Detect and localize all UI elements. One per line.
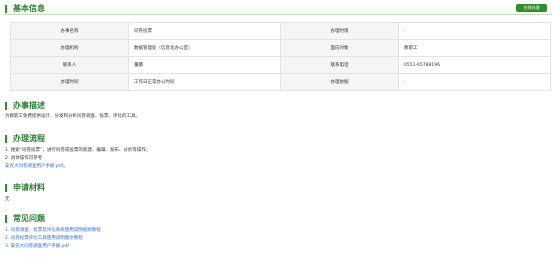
field-label: 办理依据: [280, 73, 399, 91]
field-label: 联系人: [10, 56, 129, 74]
section-title-process: 办理流程: [13, 134, 45, 143]
field-label: 办理时限: [280, 22, 399, 40]
faq-link[interactable]: 3. 安农大问卷调查用户手册.pdf: [5, 244, 69, 250]
faq-link[interactable]: 1. 问卷调查、投票及评比系统使用说明视频教程: [5, 228, 101, 234]
online-apply-button[interactable]: 在线办理: [516, 4, 547, 12]
process-manual-line: 安农大问卷调查用户手册.pdf。: [5, 164, 68, 170]
section-header-faq: 常见问题: [4, 213, 552, 224]
field-value: 问卷投票: [128, 22, 281, 40]
field-value: 0551-65788196: [398, 56, 551, 74]
process-step: 1. 搜索“问卷投票”，进行问卷或投票的新建、编辑、发布、分析等操作；: [5, 148, 151, 153]
table-row: 联系人 董麟 联系电话 0551-65788196: [10, 56, 551, 74]
section-accent-bar: [5, 102, 7, 110]
section-header-process: 办理流程: [4, 133, 552, 144]
process-step: 2. 具体操作可参考: [5, 156, 43, 161]
section-accent-bar: [5, 5, 7, 13]
faq-link[interactable]: 2. 问卷投票评比工具使用说明图文教程: [5, 236, 83, 242]
field-label: 联系电话: [280, 56, 399, 74]
description-text: 为教职工免费提供设计、分发和分析问卷调查、投票、评比的工具。: [5, 114, 140, 119]
manual-link-suffix: 。: [63, 164, 68, 169]
section-accent-bar: [5, 135, 7, 143]
section-title-basic-info: 基本信息: [13, 4, 45, 13]
table-row: 办事名称 问卷投票 办理时限 -: [10, 22, 551, 40]
field-value: -: [398, 73, 551, 91]
table-row: 办理时间 工作日正常办公时间 办理依据 -: [10, 73, 551, 91]
table-row: 办理机构 数据管理处（信息化办公室） 面向对象 教职工: [10, 39, 551, 57]
section-header-basic-info: 基本信息 在线办理: [4, 2, 552, 15]
section-title-description: 办事描述: [13, 101, 45, 110]
materials-text: 无: [5, 197, 10, 202]
field-label: 办事名称: [10, 22, 129, 40]
basic-info-table: 办事名称 问卷投票 办理时限 - 办理机构 数据管理处（信息化办公室） 面向对象…: [10, 22, 551, 91]
field-value: -: [398, 22, 551, 40]
section-title-materials: 申请材料: [13, 183, 45, 192]
section-header-materials: 申请材料: [4, 182, 552, 193]
section-header-description: 办事描述: [4, 100, 552, 111]
field-label: 面向对象: [280, 39, 399, 57]
section-title-faq: 常见问题: [13, 214, 45, 223]
section-accent-bar: [5, 184, 7, 192]
field-label: 办理时间: [10, 73, 129, 91]
field-value: 数据管理处（信息化办公室）: [128, 39, 281, 57]
field-value: 工作日正常办公时间: [128, 73, 281, 91]
manual-link[interactable]: 安农大问卷调查用户手册.pdf: [5, 164, 63, 169]
section-accent-bar: [5, 215, 7, 223]
field-value: 董麟: [128, 56, 281, 74]
field-label: 办理机构: [10, 39, 129, 57]
field-value: 教职工: [398, 39, 551, 57]
